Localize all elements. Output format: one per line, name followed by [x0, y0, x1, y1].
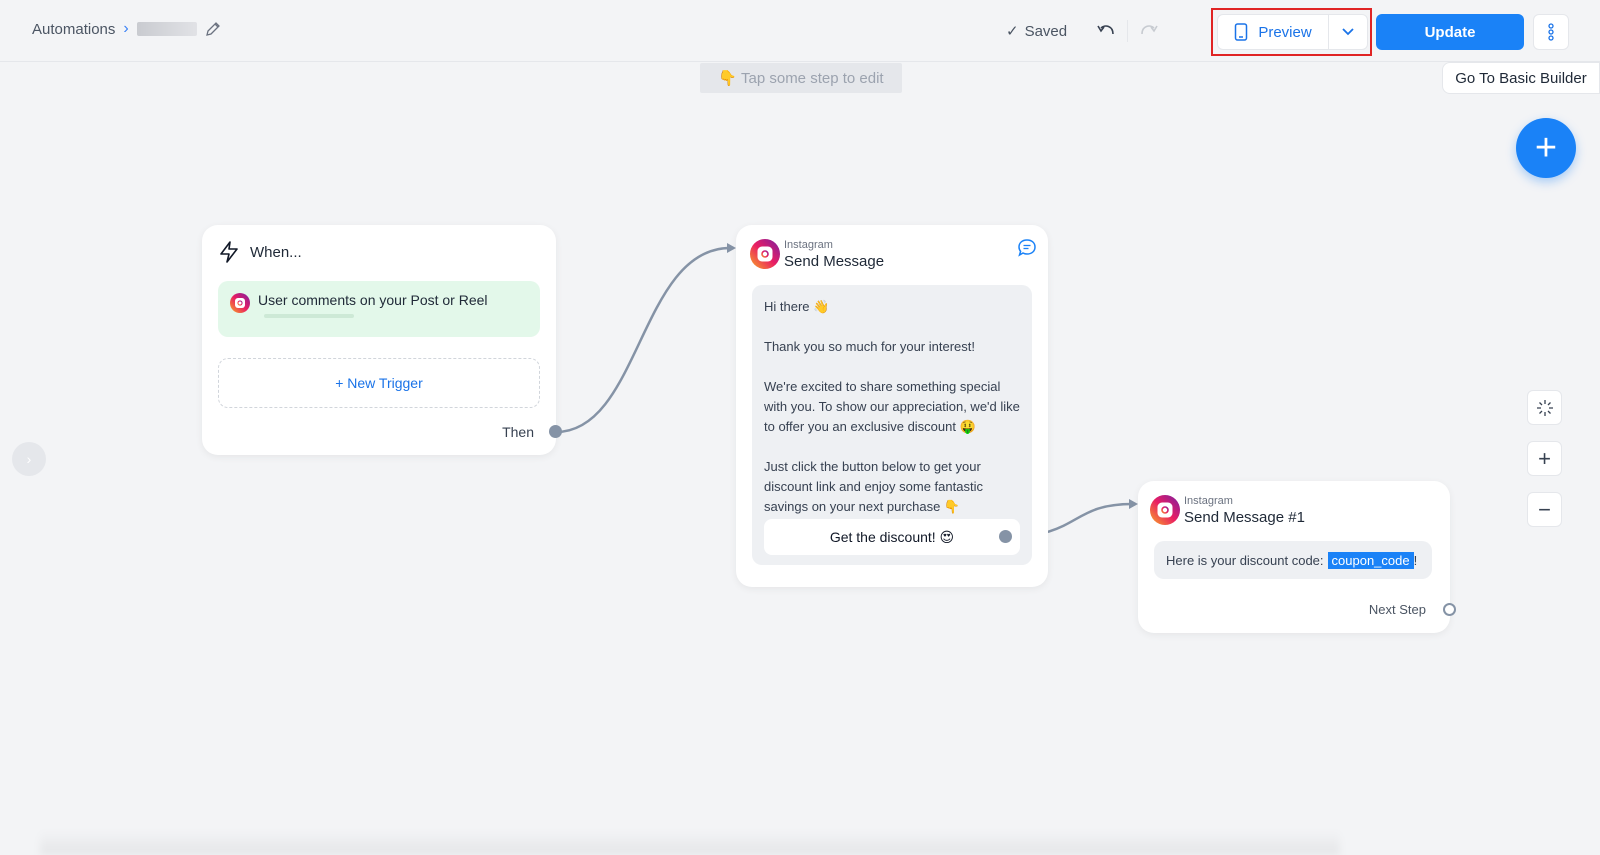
- preview-label: Preview: [1258, 23, 1312, 41]
- save-status-label: Saved: [1024, 22, 1068, 40]
- channel-label: Instagram: [784, 239, 833, 251]
- go-to-basic-builder-button[interactable]: Go To Basic Builder: [1442, 62, 1600, 94]
- then-connector-handle[interactable]: [549, 425, 562, 438]
- sidebar-toggle-button[interactable]: ›: [12, 442, 46, 476]
- save-status: ✓ Saved: [1006, 22, 1068, 41]
- auto-layout-button[interactable]: [1527, 390, 1562, 425]
- then-label: Then: [502, 424, 534, 440]
- automation-name-redacted[interactable]: [136, 22, 197, 36]
- undo-icon[interactable]: [1095, 20, 1117, 42]
- preview-button[interactable]: Preview: [1218, 15, 1329, 49]
- edge-when-to-send: [555, 246, 731, 434]
- discount-code-bubble[interactable]: Here is your discount code: coupon_code …: [1154, 541, 1432, 579]
- chat-bubble-icon[interactable]: [1017, 238, 1037, 258]
- chevron-right-icon: ›: [123, 20, 129, 37]
- trigger-detail-redacted: [264, 314, 354, 318]
- lightning-icon: [220, 241, 238, 263]
- step-title: Send Message #1: [1184, 509, 1305, 526]
- trigger-card-header: When...: [218, 241, 302, 263]
- zoom-in-button[interactable]: +: [1527, 441, 1562, 476]
- instagram-icon: [1150, 495, 1180, 525]
- message-text: Hi there 👋 Thank you so much for your in…: [764, 299, 1020, 514]
- discount-cta-button[interactable]: Get the discount! 😍: [764, 519, 1020, 555]
- chevron-right-icon: ›: [26, 451, 32, 467]
- step-title: Send Message: [784, 253, 885, 270]
- code-suffix: !: [1413, 552, 1418, 568]
- edge-arrowhead: [727, 243, 736, 253]
- breadcrumb: Automations ›: [32, 20, 221, 38]
- new-trigger-button[interactable]: + New Trigger: [218, 358, 540, 408]
- channel-label: Instagram: [1184, 495, 1233, 507]
- top-bar: Automations › ✓ Saved Preview Update: [0, 0, 1600, 62]
- send-message-1-card[interactable]: Instagram Send Message #1 Here is your d…: [1138, 481, 1456, 633]
- message-bubble[interactable]: Hi there 👋 Thank you so much for your in…: [752, 285, 1032, 565]
- check-icon: ✓: [1006, 23, 1019, 40]
- phone-icon: [1235, 23, 1248, 41]
- more-options-button[interactable]: [1533, 14, 1569, 50]
- magic-wand-icon: [1536, 399, 1553, 416]
- preview-button-group: Preview: [1217, 14, 1368, 50]
- edge-arrowhead: [1129, 499, 1138, 509]
- code-prefix: Here is your discount code:: [1166, 552, 1324, 568]
- zoom-out-button[interactable]: −: [1527, 492, 1562, 527]
- instagram-icon: [750, 239, 780, 269]
- breadcrumb-automations-link[interactable]: Automations: [32, 21, 115, 38]
- tap-step-tip: 👇 Tap some step to edit: [700, 63, 902, 93]
- next-step-label: Next Step: [1368, 602, 1426, 617]
- send-message-card[interactable]: Instagram Send Message Hi there 👋 Thank …: [736, 225, 1048, 587]
- chevron-down-icon: [1342, 28, 1354, 36]
- trigger-item[interactable]: User comments on your Post or Reel: [218, 281, 540, 337]
- instagram-icon: [230, 293, 250, 313]
- trigger-card-title: When...: [250, 243, 302, 261]
- next-step-connector-handle[interactable]: [1443, 603, 1456, 616]
- divider: [1127, 20, 1128, 42]
- cta-connector-handle[interactable]: [999, 530, 1012, 543]
- add-step-button[interactable]: +: [1516, 118, 1576, 178]
- canvas-bottom-shadow: [40, 830, 1340, 855]
- coupon-code-variable[interactable]: coupon_code: [1327, 551, 1414, 569]
- redo-icon[interactable]: [1138, 20, 1160, 42]
- trigger-label: User comments on your Post or Reel: [258, 292, 488, 308]
- preview-dropdown-toggle[interactable]: [1329, 15, 1367, 49]
- update-button[interactable]: Update: [1376, 14, 1524, 50]
- more-vertical-icon: [1548, 23, 1554, 41]
- trigger-card[interactable]: When... User comments on your Post or Re…: [202, 225, 562, 455]
- pencil-icon[interactable]: [205, 21, 221, 37]
